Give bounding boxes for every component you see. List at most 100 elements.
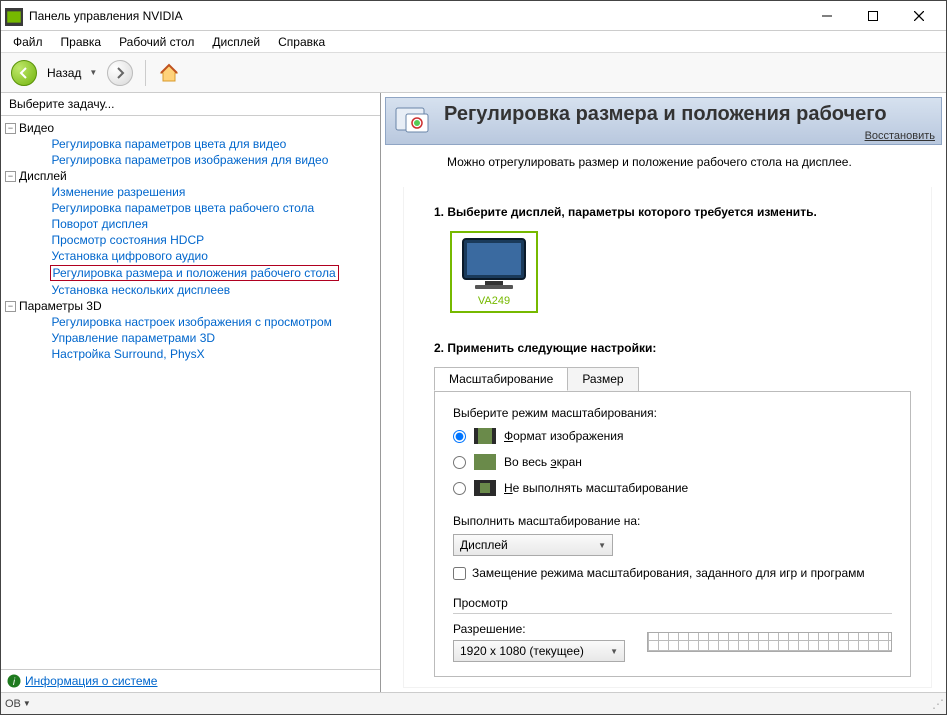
page-header-icon — [394, 102, 434, 142]
tree-group[interactable]: −Дисплей — [5, 168, 376, 184]
tree-group-label: Параметры 3D — [19, 299, 102, 313]
toolbar: Назад ▼ — [1, 53, 946, 93]
system-info-link[interactable]: Информация о системе — [25, 674, 157, 688]
override-checkbox[interactable] — [453, 567, 466, 580]
scaling-mode-label: Выберите режим масштабирования: — [453, 406, 892, 420]
task-header: Выберите задачу... — [1, 93, 380, 116]
tree-item-link[interactable]: Изменение разрешения — [50, 185, 188, 199]
scaling-option-aspect[interactable]: Формат изображения — [453, 428, 892, 444]
tree-item[interactable]: Установка цифрового аудио — [5, 248, 376, 264]
scaling-option-none[interactable]: Не выполнять масштабирование — [453, 480, 892, 496]
resize-grip[interactable]: ⋰ — [932, 697, 942, 711]
tree-item[interactable]: Регулировка параметров изображения для в… — [5, 152, 376, 168]
page-description: Можно отрегулировать размер и положение … — [395, 145, 932, 187]
tree-item-link[interactable]: Регулировка размера и положения рабочего… — [50, 265, 339, 281]
statusbar: ОВ ▼ ⋰ — [1, 692, 946, 714]
titlebar: Панель управления NVIDIA — [1, 1, 946, 31]
tree-item[interactable]: Настройка Surround, PhysX — [5, 346, 376, 362]
perform-scaling-on-label: Выполнить масштабирование на: — [453, 514, 892, 528]
close-button[interactable] — [896, 1, 942, 31]
tree-collapse-icon[interactable]: − — [5, 171, 16, 182]
page-body: Можно отрегулировать размер и положение … — [381, 145, 946, 692]
content-area: Выберите задачу... −Видео Регулировка па… — [1, 93, 946, 692]
display-thumbnail[interactable]: VA249 — [450, 231, 538, 313]
radio-aspect-label: Формат изображения — [504, 429, 623, 443]
home-button[interactable] — [158, 62, 180, 84]
page-title: Регулировка размера и положения рабочего — [444, 102, 933, 126]
tree-item[interactable]: Регулировка настроек изображения с просм… — [5, 314, 376, 330]
aspect-icon — [474, 428, 496, 444]
tree-item-link[interactable]: Поворот дисплея — [50, 217, 151, 231]
preview-label: Просмотр — [453, 596, 508, 610]
step1-title: 1. Выберите дисплей, параметры которого … — [434, 205, 911, 219]
tree-item-link[interactable]: Просмотр состояния HDCP — [50, 233, 207, 247]
tree-item-link[interactable]: Установка цифрового аудио — [50, 249, 210, 263]
tree-item[interactable]: Регулировка параметров цвета для видео — [5, 136, 376, 152]
tab-scaling[interactable]: Масштабирование — [434, 367, 568, 391]
tree-item[interactable]: Регулировка размера и положения рабочего… — [5, 264, 376, 282]
system-info-footer: i Информация о системе — [1, 669, 380, 692]
radio-fullscreen[interactable] — [453, 456, 466, 469]
resolution-select[interactable]: 1920 x 1080 (текущее) ▼ — [453, 640, 625, 662]
task-tree[interactable]: −Видео Регулировка параметров цвета для … — [1, 116, 380, 669]
tree-collapse-icon[interactable]: − — [5, 301, 16, 312]
display-name: VA249 — [478, 295, 510, 307]
preview-fieldset: Просмотр Разрешение: 1920 x 1080 (текуще… — [453, 596, 892, 662]
menu-help[interactable]: Справка — [270, 33, 333, 51]
tree-item[interactable]: Установка нескольких дисплеев — [5, 282, 376, 298]
override-checkbox-label: Замещение режима масштабирования, заданн… — [472, 566, 865, 580]
override-checkbox-row[interactable]: Замещение режима масштабирования, заданн… — [453, 566, 892, 580]
forward-button[interactable] — [107, 60, 133, 86]
info-icon: i — [7, 674, 21, 688]
settings-pane: Регулировка размера и положения рабочего… — [381, 93, 946, 692]
tree-item[interactable]: Просмотр состояния HDCP — [5, 232, 376, 248]
menu-desktop[interactable]: Рабочий стол — [111, 33, 202, 51]
minimize-button[interactable] — [804, 1, 850, 31]
back-history-dropdown[interactable]: ▼ — [89, 68, 97, 77]
menu-file[interactable]: Файл — [5, 33, 51, 51]
radio-fullscreen-label: Во весь экран — [504, 455, 582, 469]
menu-edit[interactable]: Правка — [53, 33, 110, 51]
scaling-option-fullscreen[interactable]: Во весь экран — [453, 454, 892, 470]
tree-group[interactable]: −Параметры 3D — [5, 298, 376, 314]
page-header: Регулировка размера и положения рабочего… — [385, 97, 942, 145]
status-text: ОВ — [5, 698, 21, 710]
tree-item-link[interactable]: Регулировка параметров цвета рабочего ст… — [50, 201, 317, 215]
tree-item[interactable]: Регулировка параметров цвета рабочего ст… — [5, 200, 376, 216]
tree-item[interactable]: Поворот дисплея — [5, 216, 376, 232]
settings-scroll[interactable]: Регулировка размера и положения рабочего… — [381, 93, 946, 692]
task-tree-pane: Выберите задачу... −Видео Регулировка па… — [1, 93, 381, 692]
perform-scaling-value: Дисплей — [460, 538, 508, 552]
resolution-value: 1920 x 1080 (текущее) — [460, 644, 584, 658]
chevron-down-icon: ▼ — [598, 541, 606, 550]
chevron-down-icon: ▼ — [610, 647, 618, 656]
menu-display[interactable]: Дисплей — [204, 33, 268, 51]
maximize-button[interactable] — [850, 1, 896, 31]
preview-grid — [647, 632, 892, 652]
tree-item[interactable]: Управление параметрами 3D — [5, 330, 376, 346]
tab-size[interactable]: Размер — [567, 367, 638, 391]
radio-noscale[interactable] — [453, 482, 466, 495]
tree-item[interactable]: Изменение разрешения — [5, 184, 376, 200]
tree-item-link[interactable]: Управление параметрами 3D — [50, 331, 218, 345]
nvidia-logo-icon — [5, 8, 23, 24]
status-dropdown-icon[interactable]: ▼ — [23, 699, 31, 708]
back-button[interactable] — [11, 60, 37, 86]
tree-group-label: Дисплей — [19, 169, 67, 183]
tree-item-link[interactable]: Регулировка параметров цвета для видео — [50, 137, 289, 151]
tab-strip: Масштабирование Размер — [434, 367, 911, 392]
tab-content-scaling: Выберите режим масштабирования: Формат и… — [434, 392, 911, 677]
back-label: Назад — [47, 66, 81, 80]
radio-aspect[interactable] — [453, 430, 466, 443]
tree-item-link[interactable]: Настройка Surround, PhysX — [50, 347, 207, 361]
tree-group[interactable]: −Видео — [5, 120, 376, 136]
settings-panel: 1. Выберите дисплей, параметры которого … — [403, 187, 932, 688]
tree-item-link[interactable]: Регулировка настроек изображения с просм… — [50, 315, 334, 329]
tree-collapse-icon[interactable]: − — [5, 123, 16, 134]
restore-defaults-link[interactable]: Восстановить — [865, 130, 935, 142]
perform-scaling-on-select[interactable]: Дисплей ▼ — [453, 534, 613, 556]
resolution-label: Разрешение: — [453, 622, 625, 636]
tree-item-link[interactable]: Регулировка параметров изображения для в… — [50, 153, 331, 167]
window-title: Панель управления NVIDIA — [29, 9, 804, 23]
tree-item-link[interactable]: Установка нескольких дисплеев — [50, 283, 233, 297]
